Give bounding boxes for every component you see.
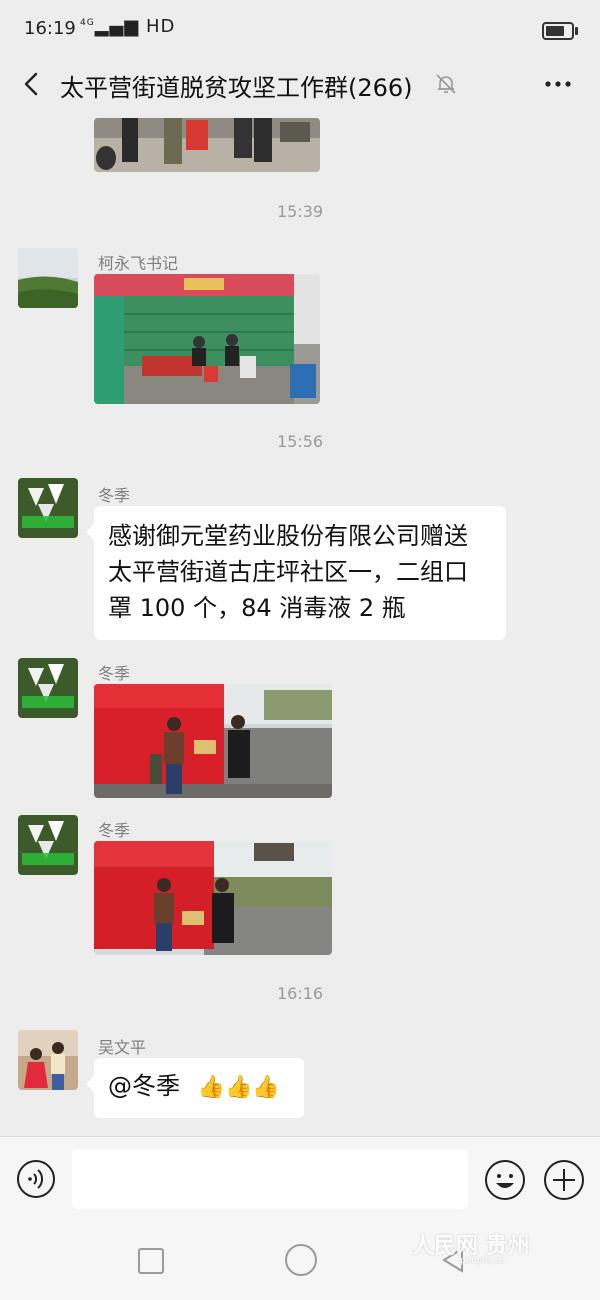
avatar[interactable] [18,248,78,308]
message-bubble[interactable]: @冬季 👍👍👍 [86,1058,304,1118]
battery-fill [546,26,564,36]
circle-icon[interactable] [285,1244,317,1276]
timestamp: 15:39 [276,202,324,221]
timestamp: 16:16 [276,984,324,1003]
avatar[interactable] [18,658,78,718]
sender-name: 冬季 [98,664,131,683]
more-options-icon[interactable] [540,70,576,98]
bell-off-icon [436,74,456,94]
chat-header: 太平营街道脱贫攻坚工作群(266) [0,58,600,114]
chat-photo[interactable] [94,841,332,955]
mention-text: @冬季 [108,1072,180,1100]
status-bar: 16:19 4G▂▄▆ HD [0,0,600,58]
sender-name: 吴文平 [98,1038,147,1057]
avatar[interactable] [18,815,78,875]
signal-bars-icon: ▂▄▆ [94,16,140,37]
signal-indicator: 4G▂▄▆ HD [80,16,175,37]
battery-icon [542,22,578,40]
network-hd: HD [145,16,176,37]
message-text-line: 太平营街道古庄坪社区一，二组口 [108,558,468,586]
message-input[interactable] [72,1149,468,1209]
plus-circle-icon[interactable] [543,1159,585,1201]
chat-title: 太平营街道脱贫攻坚工作群(266) [60,74,413,102]
smile-icon[interactable] [484,1159,526,1201]
chat-photo-partial[interactable] [94,118,320,172]
sender-name: 冬季 [98,821,131,840]
sender-name: 冬季 [98,486,131,505]
message-bubble[interactable]: 感谢御元堂药业股份有限公司赠送 太平营街道古庄坪社区一，二组口 罩 100 个，… [86,506,506,640]
avatar[interactable] [18,478,78,538]
chat-photo[interactable] [94,684,332,798]
network-type: 4G [80,18,95,28]
avatar[interactable] [18,1030,78,1090]
message-text-line: 罩 100 个，84 消毒液 2 瓶 [108,594,406,622]
chat-photo[interactable] [94,274,320,404]
message-text-line: 感谢御元堂药业股份有限公司赠送 [108,522,468,550]
timestamp: 15:56 [276,432,324,451]
voice-icon[interactable] [16,1159,56,1199]
sender-name: 柯永飞书记 [98,254,179,273]
back-icon[interactable] [18,70,46,98]
input-bar [0,1136,600,1227]
status-time: 16:19 [24,18,76,39]
square-icon[interactable] [138,1248,164,1274]
system-nav-bar: 人民网 贵州 people.cn [0,1226,600,1300]
thumbs-up-icon: 👍👍👍 [197,1075,280,1100]
watermark-sub: people.cn [460,1256,505,1266]
